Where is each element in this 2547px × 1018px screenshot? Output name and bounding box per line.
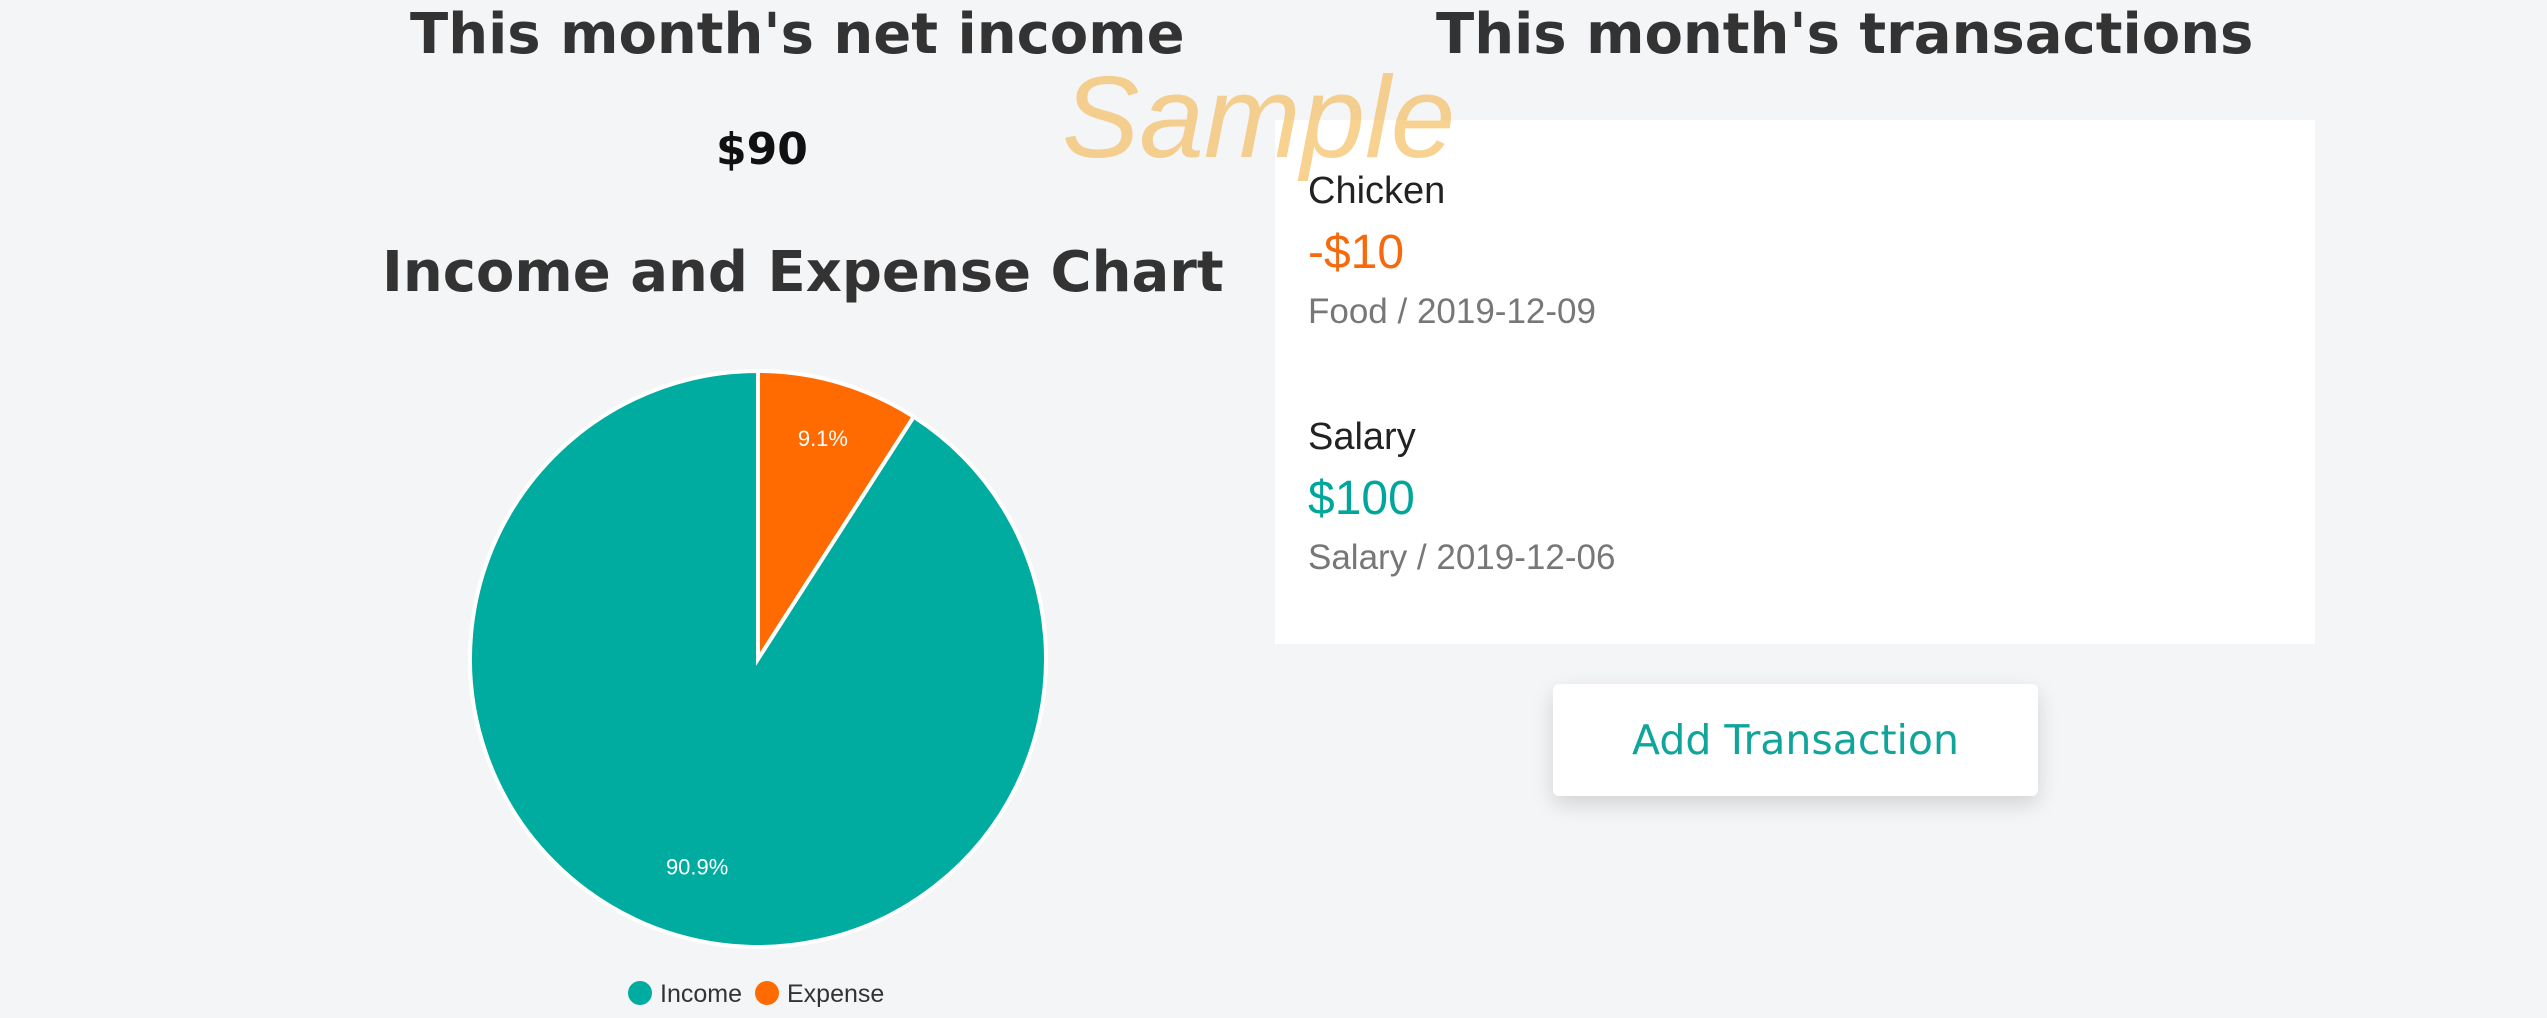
transaction-meta: Salary / 2019-12-06 xyxy=(1308,538,1616,577)
transactions-title: This month's transactions xyxy=(1436,2,2254,67)
legend-label: Income xyxy=(660,980,742,1008)
add-transaction-button[interactable]: Add Transaction xyxy=(1553,684,2038,796)
transaction-list: Chicken -$10 Food / 2019-12-09 Salary $1… xyxy=(1275,120,2315,644)
legend-label: Expense xyxy=(787,980,884,1008)
pie-percent-label: 9.1% xyxy=(798,426,848,451)
legend-item-expense[interactable]: Expense xyxy=(755,980,884,1008)
transaction-meta: Food / 2019-12-09 xyxy=(1308,292,1596,331)
pie-percent-label: 90.9% xyxy=(666,854,728,879)
legend-swatch xyxy=(628,981,652,1005)
transaction-item[interactable]: Chicken -$10 Food / 2019-12-09 xyxy=(1308,170,1596,332)
sample-watermark: Sample xyxy=(1062,52,1456,182)
transaction-amount: -$10 xyxy=(1308,226,1405,279)
transaction-item[interactable]: Salary $100 Salary / 2019-12-06 xyxy=(1308,416,1615,578)
legend-item-income[interactable]: Income xyxy=(628,980,742,1008)
income-expense-pie-chart: 90.9% 9.1% Income Expense xyxy=(468,368,1048,1008)
legend-swatch xyxy=(755,981,779,1005)
transaction-name: Salary xyxy=(1308,416,1416,458)
transaction-amount: $100 xyxy=(1308,472,1415,525)
